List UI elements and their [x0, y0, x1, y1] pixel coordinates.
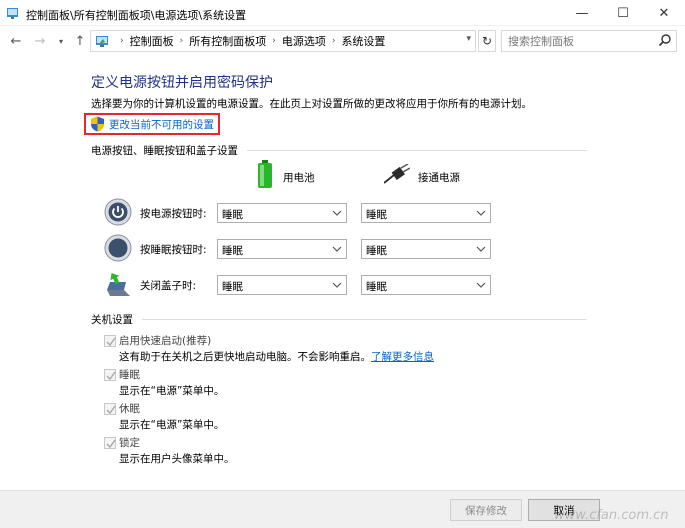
chevron-down-icon — [476, 210, 486, 216]
power-button-battery-select[interactable]: 睡眠 — [217, 203, 347, 223]
breadcrumb-separator[interactable]: › — [272, 36, 276, 46]
sleep-option-description: 显示在“电源”菜单中。 — [119, 385, 225, 397]
chevron-down-icon — [332, 246, 342, 252]
close-lid-battery-select[interactable]: 睡眠 — [217, 275, 347, 295]
sleep-checkbox[interactable] — [104, 369, 116, 381]
page-description: 选择要为你的计算机设置的电源设置。在此页上对设置所做的更改将应用于你所有的电源计… — [91, 98, 532, 110]
chevron-down-icon — [332, 282, 342, 288]
breadcrumb-separator: › — [120, 36, 124, 46]
fast-startup-checkbox[interactable] — [104, 335, 116, 347]
section-divider — [247, 150, 587, 151]
save-changes-button[interactable]: 保存修改 — [450, 499, 522, 521]
address-bar: ← → ▾ ↑ › 控制面板 › 所有控制面板项 › 电源选项 › 系统设置 ▾… — [0, 27, 685, 55]
laptop-lid-icon — [107, 272, 130, 296]
control-panel-icon — [96, 35, 108, 47]
learn-more-link[interactable]: 了解更多信息 — [371, 351, 434, 363]
checkmark-icon — [106, 439, 116, 449]
breadcrumb-dropdown-icon[interactable]: ▾ — [466, 34, 471, 44]
control-panel-icon — [7, 8, 18, 19]
title-bar: 控制面板\所有控制面板项\电源选项\系统设置 — ☐ ✕ — [0, 0, 685, 26]
uac-shield-icon — [91, 116, 104, 132]
breadcrumb-item-power-options[interactable]: 电源选项 — [282, 33, 326, 49]
breadcrumb[interactable]: › 控制面板 › 所有控制面板项 › 电源选项 › 系统设置 ▾ — [90, 30, 476, 52]
power-button-label: 按电源按钮时: — [140, 208, 207, 220]
hibernate-checkbox[interactable] — [104, 403, 116, 415]
battery-icon — [258, 160, 272, 188]
section-divider — [142, 319, 587, 320]
change-unavailable-settings-link[interactable]: 更改当前不可用的设置 — [109, 117, 214, 132]
back-button[interactable]: ← — [8, 33, 24, 49]
shutdown-section-title: 关机设置 — [91, 314, 133, 326]
chevron-down-icon — [476, 246, 486, 252]
checkmark-icon — [106, 371, 116, 381]
power-plug-icon — [384, 164, 410, 184]
sleep-button-label: 按睡眠按钮时: — [140, 244, 207, 256]
breadcrumb-item-all-items[interactable]: 所有控制面板项 — [189, 33, 266, 49]
page-title: 定义电源按钮并启用密码保护 — [91, 75, 273, 91]
power-button-plugged-select[interactable]: 睡眠 — [361, 203, 491, 223]
power-button-icon — [104, 198, 132, 226]
sleep-option-label: 睡眠 — [119, 369, 140, 381]
sleep-button-plugged-select[interactable]: 睡眠 — [361, 239, 491, 259]
sleep-button-battery-select[interactable]: 睡眠 — [217, 239, 347, 259]
hibernate-option-description: 显示在“电源”菜单中。 — [119, 419, 225, 431]
search-input[interactable] — [502, 31, 652, 51]
breadcrumb-item-system-settings[interactable]: 系统设置 — [341, 33, 385, 49]
watermark: www.cfan.com.cn — [554, 508, 669, 523]
select-value: 睡眠 — [222, 209, 243, 221]
plugged-in-column-header: 接通电源 — [418, 172, 460, 184]
refresh-button[interactable]: ↻ — [478, 30, 496, 52]
breadcrumb-separator[interactable]: › — [332, 36, 336, 46]
window-title: 控制面板\所有控制面板项\电源选项\系统设置 — [26, 9, 247, 22]
lock-checkbox[interactable] — [104, 437, 116, 449]
select-value: 睡眠 — [366, 281, 387, 293]
select-value: 睡眠 — [366, 209, 387, 221]
power-section-title: 电源按钮、睡眠按钮和盖子设置 — [91, 145, 238, 157]
close-lid-label: 关闭盖子时: — [140, 280, 197, 292]
main-content: 定义电源按钮并启用密码保护 选择要为你的计算机设置的电源设置。在此页上对设置所做… — [0, 56, 685, 490]
checkmark-icon — [106, 405, 116, 415]
close-lid-plugged-select[interactable]: 睡眠 — [361, 275, 491, 295]
chevron-down-icon — [476, 282, 486, 288]
lock-option-description: 显示在用户头像菜单中。 — [119, 453, 235, 465]
sleep-button-icon — [104, 234, 132, 262]
checkmark-icon — [106, 337, 116, 347]
battery-column-header: 用电池 — [283, 172, 315, 184]
forward-button[interactable]: → — [32, 33, 48, 49]
breadcrumb-item-control-panel[interactable]: 控制面板 — [130, 33, 174, 49]
select-value: 睡眠 — [222, 281, 243, 293]
chevron-down-icon — [332, 210, 342, 216]
select-value: 睡眠 — [222, 245, 243, 257]
select-value: 睡眠 — [366, 245, 387, 257]
maximize-button[interactable]: ☐ — [603, 0, 643, 26]
search-box[interactable] — [501, 30, 677, 52]
lock-option-label: 锁定 — [119, 437, 140, 449]
recent-locations-button[interactable]: ▾ — [53, 33, 69, 49]
fast-startup-label: 启用快速启动(推荐) — [119, 335, 212, 347]
hibernate-option-label: 休眠 — [119, 403, 140, 415]
search-icon[interactable] — [658, 33, 672, 47]
fast-startup-description: 这有助于在关机之后更快地启动电脑。不会影响重启。了解更多信息 — [119, 349, 434, 364]
close-button[interactable]: ✕ — [644, 0, 684, 26]
minimize-button[interactable]: — — [562, 0, 602, 26]
fast-startup-desc-text: 这有助于在关机之后更快地启动电脑。不会影响重启。 — [119, 351, 371, 363]
breadcrumb-separator[interactable]: › — [180, 36, 184, 46]
up-button[interactable]: ↑ — [72, 33, 88, 49]
